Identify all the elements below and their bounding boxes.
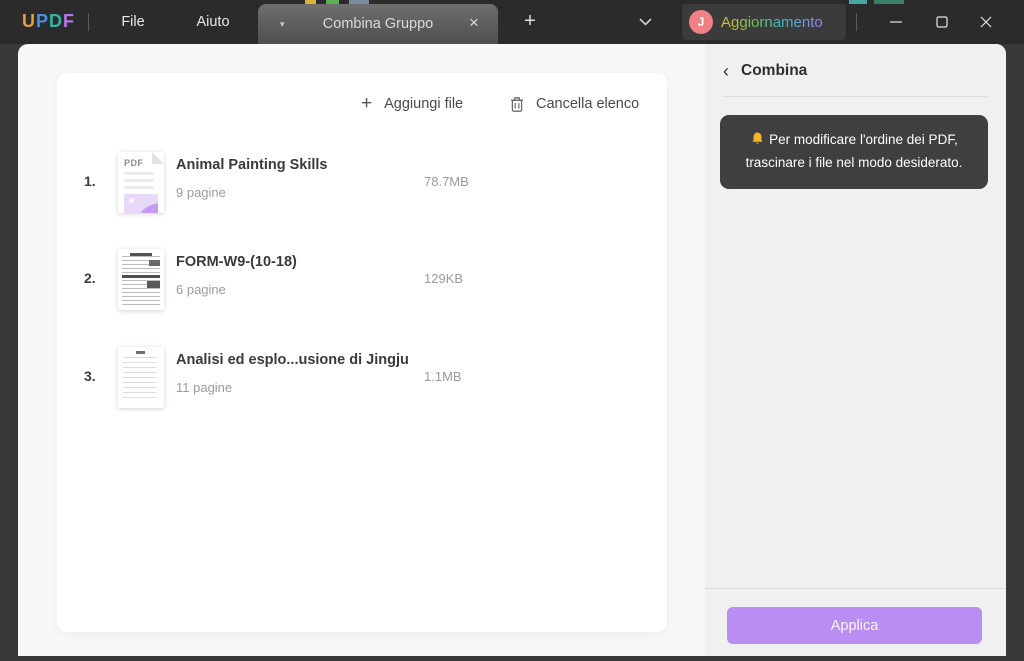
sidebar-footer: Applica [705, 588, 1006, 656]
update-label: Aggiornamento [721, 14, 823, 31]
avatar[interactable]: J [689, 10, 713, 34]
apply-button[interactable]: Applica [727, 607, 982, 644]
update-button[interactable]: J Aggiornamento [682, 4, 846, 40]
minimize-button[interactable] [876, 0, 916, 44]
logo-letter: U [22, 11, 36, 31]
file-size: 1.1MB [424, 369, 462, 384]
combine-sidebar: ‹ Combina Per modificare l'ordine dei PD… [705, 44, 1006, 656]
logo-letter: P [36, 11, 49, 31]
minimize-icon [890, 16, 902, 28]
thumb-line [124, 186, 154, 189]
bell-icon [750, 131, 765, 153]
tab-close-icon[interactable]: × [462, 4, 486, 44]
trash-icon [509, 96, 525, 113]
file-index: 3. [84, 368, 96, 384]
titlebar-divider [88, 13, 89, 31]
thumb-line [124, 179, 154, 182]
thumb-image-placeholder [124, 194, 158, 213]
background-window-sliver [849, 0, 867, 4]
plus-icon: + [361, 93, 372, 115]
background-window-sliver [349, 0, 369, 4]
reorder-tip: Per modificare l'ordine dei PDF, trascin… [720, 115, 988, 189]
background-window-sliver [874, 0, 904, 4]
titlebar-divider [856, 13, 857, 31]
add-file-button[interactable]: + Aggiungi file [361, 91, 463, 117]
file-index: 1. [84, 173, 96, 189]
clear-list-label: Cancella elenco [536, 96, 639, 112]
file-row[interactable]: 1. PDF Animal Painting Skills 9 pagine 7… [57, 152, 667, 214]
new-tab-button[interactable]: + [514, 0, 546, 44]
file-pages: 9 pagine [176, 185, 226, 200]
sidebar-title: Combina [741, 62, 807, 80]
menu-file[interactable]: File [110, 0, 156, 44]
file-thumbnail-document [118, 347, 164, 408]
tab-list-dropdown-button[interactable] [632, 0, 658, 44]
file-list-card: + Aggiungi file Cancella elenco 1. PDF [57, 73, 667, 632]
add-file-label: Aggiungi file [384, 96, 463, 112]
file-row[interactable]: 2. FORM-W9-(10-18) 6 pagine 129KB [57, 249, 667, 311]
updf-logo: UPDF [22, 11, 75, 32]
file-thumbnail-pdf-icon: PDF [118, 152, 164, 213]
background-window-sliver [326, 0, 339, 4]
file-size: 78.7MB [424, 174, 469, 189]
sidebar-divider [723, 96, 988, 97]
maximize-icon [936, 16, 948, 28]
titlebar: UPDF File Aiuto ▾ Combina Gruppo × + J A… [0, 0, 1024, 44]
tab-combina-gruppo[interactable]: ▾ Combina Gruppo × [258, 4, 498, 44]
back-icon[interactable]: ‹ [723, 62, 729, 80]
file-row[interactable]: 3. Analisi ed esplo...usione di Jingju 1… [57, 347, 667, 409]
file-pages: 11 pagine [176, 380, 232, 395]
logo-letter: D [49, 11, 63, 31]
file-index: 2. [84, 270, 96, 286]
menu-help[interactable]: Aiuto [183, 0, 243, 44]
file-size: 129KB [424, 271, 463, 286]
file-name: Analisi ed esplo...usione di Jingju [176, 352, 409, 368]
background-window-sliver [305, 0, 316, 4]
reorder-tip-text: Per modificare l'ordine dei PDF, trascin… [746, 132, 963, 170]
file-thumbnail-form [118, 249, 164, 310]
logo-letter: F [63, 11, 75, 31]
close-icon [980, 16, 992, 28]
file-name: Animal Painting Skills [176, 157, 327, 173]
file-pages: 6 pagine [176, 282, 226, 297]
sidebar-header: ‹ Combina [723, 62, 807, 80]
file-name: FORM-W9-(10-18) [176, 254, 297, 270]
maximize-button[interactable] [922, 0, 962, 44]
thumb-line [124, 172, 154, 175]
close-button[interactable] [966, 0, 1006, 44]
chevron-down-icon [639, 18, 652, 26]
clear-list-button[interactable]: Cancella elenco [509, 91, 639, 117]
page-fold [152, 152, 164, 164]
